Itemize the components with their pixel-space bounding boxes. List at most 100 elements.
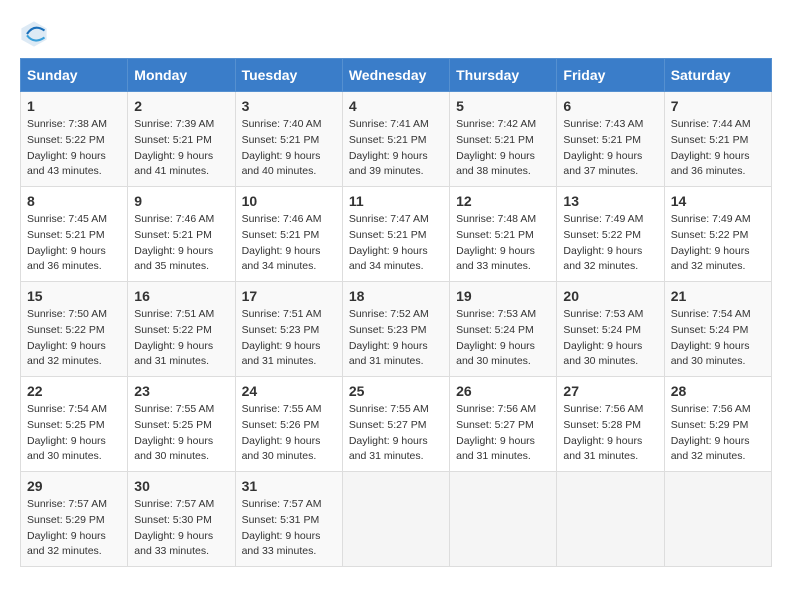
- day-number: 26: [456, 383, 550, 399]
- day-info: Sunrise: 7:56 AMSunset: 5:27 PMDaylight:…: [456, 403, 536, 462]
- calendar-week-row: 29 Sunrise: 7:57 AMSunset: 5:29 PMDaylig…: [21, 472, 772, 567]
- day-number: 20: [563, 288, 657, 304]
- day-number: 14: [671, 193, 765, 209]
- day-number: 13: [563, 193, 657, 209]
- day-number: 11: [349, 193, 443, 209]
- calendar-cell: 29 Sunrise: 7:57 AMSunset: 5:29 PMDaylig…: [21, 472, 128, 567]
- day-info: Sunrise: 7:46 AMSunset: 5:21 PMDaylight:…: [134, 213, 214, 272]
- logo: [20, 20, 50, 48]
- calendar-cell: 15 Sunrise: 7:50 AMSunset: 5:22 PMDaylig…: [21, 282, 128, 377]
- calendar-cell: 31 Sunrise: 7:57 AMSunset: 5:31 PMDaylig…: [235, 472, 342, 567]
- calendar-cell: 8 Sunrise: 7:45 AMSunset: 5:21 PMDayligh…: [21, 187, 128, 282]
- weekday-header-saturday: Saturday: [664, 59, 771, 92]
- day-number: 2: [134, 98, 228, 114]
- day-info: Sunrise: 7:46 AMSunset: 5:21 PMDaylight:…: [242, 213, 322, 272]
- calendar-cell: 28 Sunrise: 7:56 AMSunset: 5:29 PMDaylig…: [664, 377, 771, 472]
- day-info: Sunrise: 7:57 AMSunset: 5:29 PMDaylight:…: [27, 498, 107, 557]
- day-info: Sunrise: 7:52 AMSunset: 5:23 PMDaylight:…: [349, 308, 429, 367]
- calendar-cell: 10 Sunrise: 7:46 AMSunset: 5:21 PMDaylig…: [235, 187, 342, 282]
- calendar-cell: 7 Sunrise: 7:44 AMSunset: 5:21 PMDayligh…: [664, 92, 771, 187]
- calendar-cell: 23 Sunrise: 7:55 AMSunset: 5:25 PMDaylig…: [128, 377, 235, 472]
- day-number: 23: [134, 383, 228, 399]
- calendar-cell: 4 Sunrise: 7:41 AMSunset: 5:21 PMDayligh…: [342, 92, 449, 187]
- calendar-cell: 5 Sunrise: 7:42 AMSunset: 5:21 PMDayligh…: [450, 92, 557, 187]
- day-number: 1: [27, 98, 121, 114]
- day-info: Sunrise: 7:54 AMSunset: 5:24 PMDaylight:…: [671, 308, 751, 367]
- day-number: 31: [242, 478, 336, 494]
- day-number: 25: [349, 383, 443, 399]
- calendar-cell: 30 Sunrise: 7:57 AMSunset: 5:30 PMDaylig…: [128, 472, 235, 567]
- day-info: Sunrise: 7:54 AMSunset: 5:25 PMDaylight:…: [27, 403, 107, 462]
- calendar-cell: [450, 472, 557, 567]
- day-number: 15: [27, 288, 121, 304]
- day-info: Sunrise: 7:51 AMSunset: 5:22 PMDaylight:…: [134, 308, 214, 367]
- calendar-week-row: 15 Sunrise: 7:50 AMSunset: 5:22 PMDaylig…: [21, 282, 772, 377]
- calendar-cell: [342, 472, 449, 567]
- day-info: Sunrise: 7:53 AMSunset: 5:24 PMDaylight:…: [563, 308, 643, 367]
- weekday-header-tuesday: Tuesday: [235, 59, 342, 92]
- calendar-cell: 1 Sunrise: 7:38 AMSunset: 5:22 PMDayligh…: [21, 92, 128, 187]
- day-info: Sunrise: 7:48 AMSunset: 5:21 PMDaylight:…: [456, 213, 536, 272]
- day-number: 28: [671, 383, 765, 399]
- day-info: Sunrise: 7:55 AMSunset: 5:26 PMDaylight:…: [242, 403, 322, 462]
- calendar-cell: 6 Sunrise: 7:43 AMSunset: 5:21 PMDayligh…: [557, 92, 664, 187]
- day-number: 5: [456, 98, 550, 114]
- calendar-cell: [557, 472, 664, 567]
- calendar-cell: 24 Sunrise: 7:55 AMSunset: 5:26 PMDaylig…: [235, 377, 342, 472]
- day-info: Sunrise: 7:47 AMSunset: 5:21 PMDaylight:…: [349, 213, 429, 272]
- day-info: Sunrise: 7:53 AMSunset: 5:24 PMDaylight:…: [456, 308, 536, 367]
- weekday-header-monday: Monday: [128, 59, 235, 92]
- day-info: Sunrise: 7:56 AMSunset: 5:29 PMDaylight:…: [671, 403, 751, 462]
- day-number: 16: [134, 288, 228, 304]
- calendar-week-row: 22 Sunrise: 7:54 AMSunset: 5:25 PMDaylig…: [21, 377, 772, 472]
- calendar-cell: 12 Sunrise: 7:48 AMSunset: 5:21 PMDaylig…: [450, 187, 557, 282]
- weekday-header-sunday: Sunday: [21, 59, 128, 92]
- calendar-cell: 18 Sunrise: 7:52 AMSunset: 5:23 PMDaylig…: [342, 282, 449, 377]
- day-info: Sunrise: 7:41 AMSunset: 5:21 PMDaylight:…: [349, 118, 429, 177]
- day-number: 3: [242, 98, 336, 114]
- day-info: Sunrise: 7:55 AMSunset: 5:27 PMDaylight:…: [349, 403, 429, 462]
- day-number: 29: [27, 478, 121, 494]
- calendar-cell: 22 Sunrise: 7:54 AMSunset: 5:25 PMDaylig…: [21, 377, 128, 472]
- calendar-cell: 26 Sunrise: 7:56 AMSunset: 5:27 PMDaylig…: [450, 377, 557, 472]
- calendar-cell: 21 Sunrise: 7:54 AMSunset: 5:24 PMDaylig…: [664, 282, 771, 377]
- day-number: 21: [671, 288, 765, 304]
- day-number: 7: [671, 98, 765, 114]
- day-number: 24: [242, 383, 336, 399]
- calendar-cell: [664, 472, 771, 567]
- calendar-cell: 20 Sunrise: 7:53 AMSunset: 5:24 PMDaylig…: [557, 282, 664, 377]
- day-info: Sunrise: 7:39 AMSunset: 5:21 PMDaylight:…: [134, 118, 214, 177]
- day-number: 6: [563, 98, 657, 114]
- day-info: Sunrise: 7:57 AMSunset: 5:31 PMDaylight:…: [242, 498, 322, 557]
- day-info: Sunrise: 7:44 AMSunset: 5:21 PMDaylight:…: [671, 118, 751, 177]
- day-number: 12: [456, 193, 550, 209]
- calendar-cell: 2 Sunrise: 7:39 AMSunset: 5:21 PMDayligh…: [128, 92, 235, 187]
- day-info: Sunrise: 7:51 AMSunset: 5:23 PMDaylight:…: [242, 308, 322, 367]
- calendar-cell: 19 Sunrise: 7:53 AMSunset: 5:24 PMDaylig…: [450, 282, 557, 377]
- calendar-cell: 13 Sunrise: 7:49 AMSunset: 5:22 PMDaylig…: [557, 187, 664, 282]
- day-info: Sunrise: 7:49 AMSunset: 5:22 PMDaylight:…: [671, 213, 751, 272]
- day-number: 9: [134, 193, 228, 209]
- weekday-header-thursday: Thursday: [450, 59, 557, 92]
- day-info: Sunrise: 7:57 AMSunset: 5:30 PMDaylight:…: [134, 498, 214, 557]
- calendar-week-row: 1 Sunrise: 7:38 AMSunset: 5:22 PMDayligh…: [21, 92, 772, 187]
- day-info: Sunrise: 7:49 AMSunset: 5:22 PMDaylight:…: [563, 213, 643, 272]
- day-info: Sunrise: 7:43 AMSunset: 5:21 PMDaylight:…: [563, 118, 643, 177]
- day-info: Sunrise: 7:40 AMSunset: 5:21 PMDaylight:…: [242, 118, 322, 177]
- calendar-cell: 16 Sunrise: 7:51 AMSunset: 5:22 PMDaylig…: [128, 282, 235, 377]
- day-info: Sunrise: 7:42 AMSunset: 5:21 PMDaylight:…: [456, 118, 536, 177]
- weekday-header-row: SundayMondayTuesdayWednesdayThursdayFrid…: [21, 59, 772, 92]
- day-number: 10: [242, 193, 336, 209]
- day-number: 27: [563, 383, 657, 399]
- calendar-cell: 9 Sunrise: 7:46 AMSunset: 5:21 PMDayligh…: [128, 187, 235, 282]
- calendar-cell: 14 Sunrise: 7:49 AMSunset: 5:22 PMDaylig…: [664, 187, 771, 282]
- calendar-cell: 3 Sunrise: 7:40 AMSunset: 5:21 PMDayligh…: [235, 92, 342, 187]
- general-blue-icon: [20, 20, 48, 48]
- calendar-cell: 11 Sunrise: 7:47 AMSunset: 5:21 PMDaylig…: [342, 187, 449, 282]
- day-info: Sunrise: 7:50 AMSunset: 5:22 PMDaylight:…: [27, 308, 107, 367]
- day-number: 17: [242, 288, 336, 304]
- calendar-week-row: 8 Sunrise: 7:45 AMSunset: 5:21 PMDayligh…: [21, 187, 772, 282]
- day-number: 8: [27, 193, 121, 209]
- calendar-table: SundayMondayTuesdayWednesdayThursdayFrid…: [20, 58, 772, 567]
- day-info: Sunrise: 7:56 AMSunset: 5:28 PMDaylight:…: [563, 403, 643, 462]
